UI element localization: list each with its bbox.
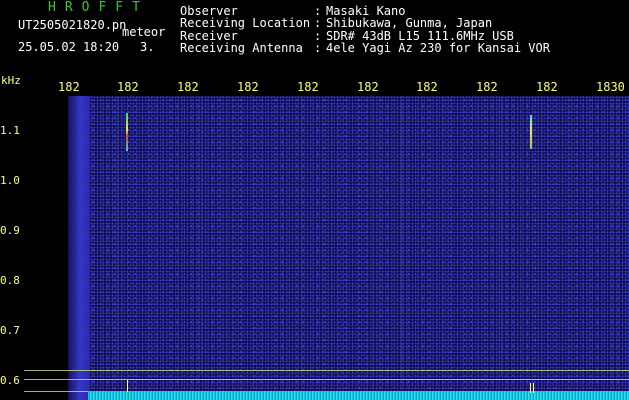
x-tick-label: 182 bbox=[536, 80, 558, 94]
y-tick-label: 0.9 bbox=[0, 224, 20, 237]
y-tick-label: 0.7 bbox=[0, 324, 20, 337]
grid-line bbox=[117, 96, 118, 376]
x-tick-label: 182 bbox=[357, 80, 379, 94]
app-title: HROFFT bbox=[48, 0, 149, 15]
spectrum-strip bbox=[88, 391, 629, 400]
x-tick-label: 182 bbox=[177, 80, 199, 94]
dark-band bbox=[24, 96, 68, 400]
waterfall-spectrogram bbox=[24, 96, 629, 400]
colon: : bbox=[314, 16, 322, 31]
grid-line bbox=[301, 96, 302, 376]
reference-line bbox=[24, 370, 629, 371]
y-tick-label: 1.1 bbox=[0, 124, 20, 137]
x-tick-label: 182 bbox=[476, 80, 498, 94]
spectrum-peak bbox=[533, 383, 534, 393]
station-info-colons: : : : : bbox=[314, 5, 321, 54]
spectrum-peak bbox=[127, 380, 128, 392]
spectrum-peak bbox=[530, 383, 531, 393]
x-tick-label: 182 bbox=[58, 80, 80, 94]
grid-line bbox=[401, 96, 402, 376]
meteor-echo-trace bbox=[530, 115, 532, 149]
info-value-antenna: 4ele Yagi Az 230 for Kansai VOR bbox=[326, 40, 550, 55]
station-info-values: Masaki Kano Shibukawa, Gunma, Japan SDR#… bbox=[326, 5, 550, 54]
y-tick-label: 1.0 bbox=[0, 174, 20, 187]
noise-texture bbox=[24, 96, 629, 400]
capture-datetime: 25.05.02 18:20 bbox=[18, 40, 120, 54]
info-label-antenna: Receiving Antenna bbox=[180, 40, 303, 55]
y-tick-label: 0.6 bbox=[0, 374, 20, 387]
file-name: UT2505021820.pn bbox=[18, 18, 127, 32]
meteor-tag: meteor bbox=[122, 25, 166, 39]
x-tick-label: 182 bbox=[416, 80, 438, 94]
x-tick-label: 1830 bbox=[596, 80, 625, 94]
colon: : bbox=[314, 40, 322, 55]
grid-line bbox=[201, 96, 202, 376]
x-tick-label: 182 bbox=[297, 80, 319, 94]
station-info-labels: Observer Receiving Location Receiver Rec… bbox=[180, 5, 310, 54]
y-axis-unit: kHz bbox=[1, 74, 21, 87]
grid-line bbox=[501, 96, 502, 376]
bright-noise-band bbox=[68, 96, 90, 400]
x-tick-label: 182 bbox=[117, 80, 139, 94]
meteor-count: 3. bbox=[140, 40, 155, 54]
y-tick-label: 0.8 bbox=[0, 274, 20, 287]
x-tick-label: 182 bbox=[237, 80, 259, 94]
info-value-location: Shibukawa, Gunma, Japan bbox=[326, 16, 493, 31]
reference-line bbox=[24, 379, 629, 380]
info-label-location: Receiving Location bbox=[180, 16, 311, 31]
meteor-echo-trace bbox=[126, 113, 128, 151]
